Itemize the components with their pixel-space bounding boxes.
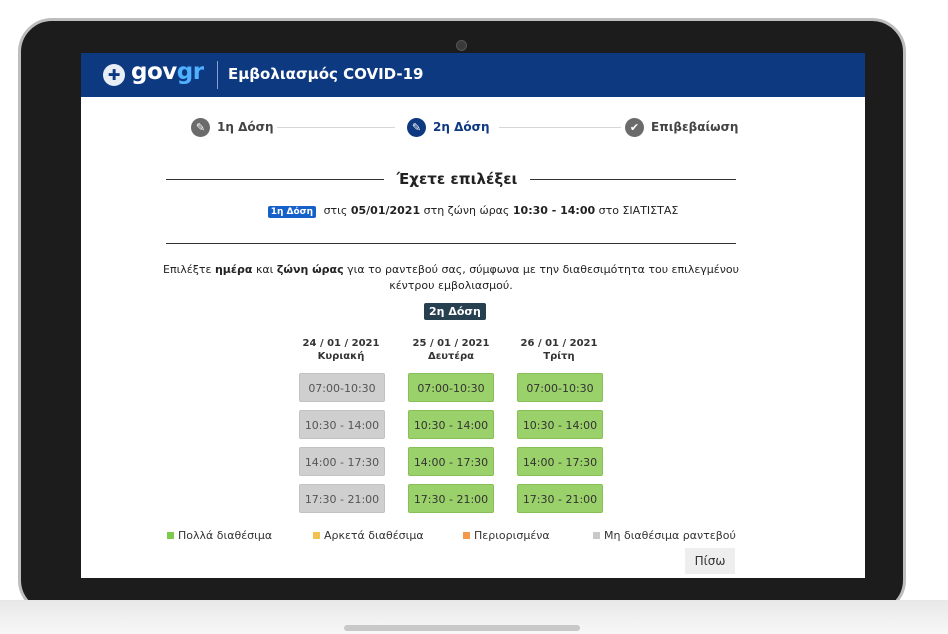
legend-label: Πολλά διαθέσιμα bbox=[178, 529, 273, 542]
day-header: 25 / 01 / 2021 Δευτέρα bbox=[401, 337, 501, 363]
time-slot[interactable]: 17:30 - 21:00 bbox=[517, 484, 603, 513]
laptop-base-notch bbox=[344, 625, 580, 631]
time-slot[interactable]: 14:00 - 17:30 bbox=[408, 447, 494, 476]
logo-main: gov bbox=[131, 59, 177, 85]
section-title: Έχετε επιλέξει bbox=[396, 170, 518, 188]
step-label: 2η Δόση bbox=[433, 120, 490, 134]
day-weekday: Τρίτη bbox=[543, 351, 575, 362]
summary-date: 05/01/2021 bbox=[350, 204, 421, 217]
instructions-text: Επιλέξτε ημέρα και ζώνη ώρας για το ραντ… bbox=[161, 262, 741, 294]
legend-label: Αρκετά διαθέσιμα bbox=[324, 529, 424, 542]
time-slot[interactable]: 14:00 - 17:30 bbox=[517, 447, 603, 476]
time-slot[interactable]: 10:30 - 14:00 bbox=[517, 410, 603, 439]
header-divider bbox=[217, 61, 218, 89]
browser-screen: ✚ govgr Εμβολιασμός COVID-19 ✎ 1η Δόση ✎… bbox=[81, 53, 865, 578]
time-slot[interactable]: 07:00-10:30 bbox=[408, 373, 494, 402]
section-divider bbox=[166, 243, 736, 244]
instr-part: και bbox=[255, 263, 274, 276]
legend-swatch bbox=[167, 532, 174, 539]
legend-item-many: Πολλά διαθέσιμα bbox=[167, 529, 272, 542]
day-date: 24 / 01 / 2021 bbox=[302, 338, 380, 349]
instr-part: Επιλέξτε bbox=[163, 263, 212, 276]
legend-label: Περιορισμένα bbox=[474, 529, 550, 542]
instr-bold-timezone: ζώνη ώρας bbox=[276, 263, 344, 276]
instr-part: για το ραντεβού σας, σύμφωνα με την διαθ… bbox=[347, 263, 739, 292]
camera-dot bbox=[456, 40, 467, 51]
day-header: 24 / 01 / 2021 Κυριακή bbox=[291, 337, 391, 363]
legend-swatch bbox=[463, 532, 470, 539]
step-label: 1η Δόση bbox=[217, 120, 274, 134]
day-weekday: Κυριακή bbox=[317, 351, 365, 362]
summary-mid: στη ζώνη ώρας bbox=[423, 204, 510, 217]
section-rule-left bbox=[166, 179, 384, 180]
step-second-dose[interactable]: ✎ 2η Δόση bbox=[407, 116, 490, 138]
legend-swatch bbox=[313, 532, 320, 539]
summary-suffix: στο ΣΙΑΤΙΣΤΑΣ bbox=[598, 204, 679, 217]
legend-label: Μη διαθέσιμα ραντεβού bbox=[604, 529, 736, 542]
back-button[interactable]: Πίσω bbox=[685, 548, 735, 574]
legend-item-limited: Περιορισμένα bbox=[463, 529, 550, 542]
check-icon: ✔ bbox=[625, 117, 644, 137]
header-bar: ✚ govgr Εμβολιασμός COVID-19 bbox=[81, 53, 865, 97]
day-date: 25 / 01 / 2021 bbox=[412, 338, 490, 349]
day-date: 26 / 01 / 2021 bbox=[520, 338, 598, 349]
govgr-logo[interactable]: govgr bbox=[131, 59, 204, 85]
instr-bold-day: ημέρα bbox=[214, 263, 253, 276]
dose-badge: 1η Δόση bbox=[267, 206, 317, 218]
legend-item-enough: Αρκετά διαθέσιμα bbox=[313, 529, 424, 542]
greek-emblem-icon: ✚ bbox=[103, 64, 125, 86]
time-slot[interactable]: 17:30 - 21:00 bbox=[408, 484, 494, 513]
legend-item-unavailable: Μη διαθέσιμα ραντεβού bbox=[593, 529, 736, 542]
time-slot[interactable]: 07:00-10:30 bbox=[517, 373, 603, 402]
selection-summary: 1η Δόση στις 05/01/2021 στη ζώνη ώρας 10… bbox=[81, 204, 865, 218]
time-slot[interactable]: 10:30 - 14:00 bbox=[408, 410, 494, 439]
app-title: Εμβολιασμός COVID-19 bbox=[228, 65, 424, 83]
pencil-icon: ✎ bbox=[407, 117, 426, 137]
pencil-icon: ✎ bbox=[191, 117, 210, 137]
logo-accent: gr bbox=[176, 59, 204, 85]
day-weekday: Δευτέρα bbox=[427, 351, 475, 362]
summary-prefix: στις bbox=[323, 204, 348, 217]
step-label: Επιβεβαίωση bbox=[651, 120, 739, 134]
legend-swatch bbox=[593, 532, 600, 539]
time-slot: 07:00-10:30 bbox=[299, 373, 385, 402]
day-header: 26 / 01 / 2021 Τρίτη bbox=[509, 337, 609, 363]
step-connector bbox=[277, 127, 395, 128]
step-connector bbox=[499, 127, 621, 128]
dose-tag: 2η Δόση bbox=[424, 303, 486, 320]
time-slot: 14:00 - 17:30 bbox=[299, 447, 385, 476]
time-slot: 10:30 - 14:00 bbox=[299, 410, 385, 439]
section-rule-right bbox=[530, 179, 736, 180]
time-slot: 17:30 - 21:00 bbox=[299, 484, 385, 513]
summary-time: 10:30 - 14:00 bbox=[512, 204, 596, 217]
step-first-dose[interactable]: ✎ 1η Δόση bbox=[191, 116, 274, 138]
step-confirmation[interactable]: ✔ Επιβεβαίωση bbox=[625, 116, 738, 138]
